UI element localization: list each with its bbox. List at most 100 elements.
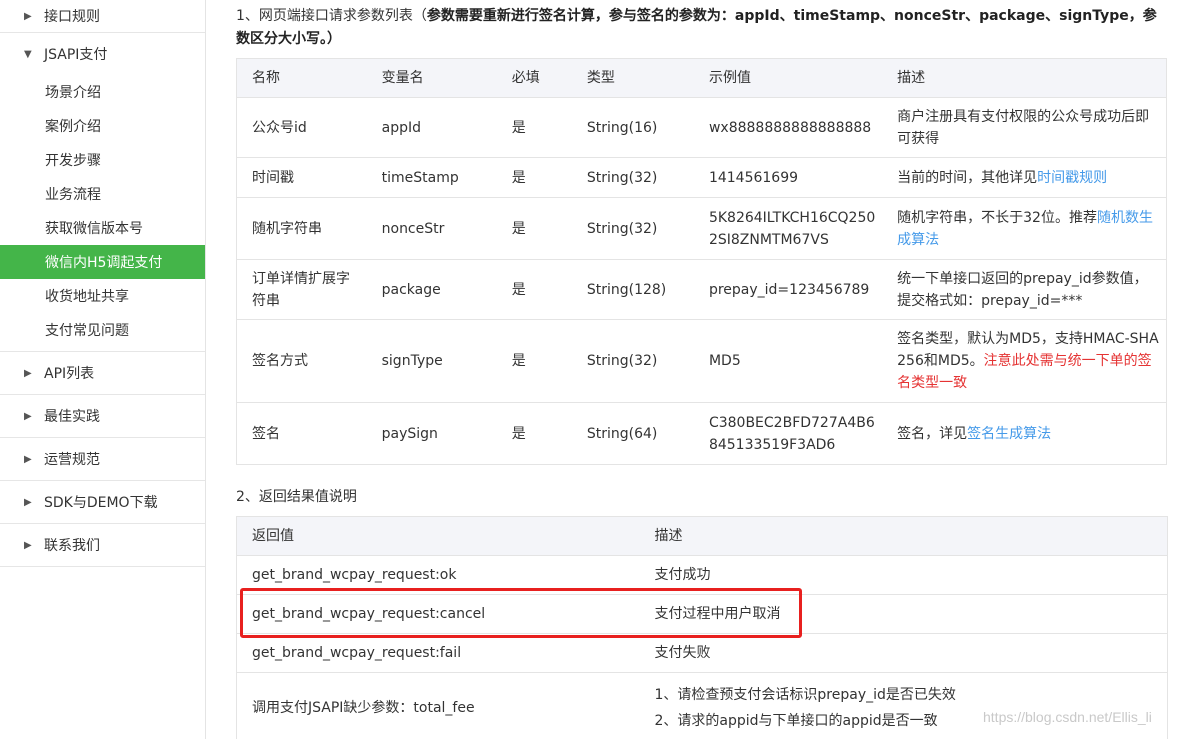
nav-operations[interactable]: ▶ 运营规范	[0, 438, 205, 480]
cell-var: timeStamp	[366, 157, 497, 198]
cell-var: package	[366, 259, 497, 320]
cell-desc: 支付失败	[639, 633, 1168, 673]
red-highlight-box	[240, 588, 802, 638]
table-row: 签名 paySign 是 String(64) C380BEC2BFD727A4…	[236, 402, 1167, 465]
cell-required: 是	[496, 97, 572, 158]
desc-text: 当前的时间，其他详见	[897, 169, 1038, 186]
cell-example: wx8888888888888888	[693, 97, 883, 158]
header-type: 类型	[571, 58, 694, 98]
cell-example: 5K8264ILTKCH16CQ2502SI8ZNMTM67VS	[693, 197, 883, 260]
sidebar-nav: ▶ 接口规则 ▼ JSAPI支付 场景介绍 案例介绍 开发步骤 业务流程 获取微…	[0, 0, 206, 739]
table-header-row: 返回值 描述	[236, 516, 1168, 556]
nav-group-interface-rules: ▶ 接口规则	[0, 0, 205, 33]
cell-name: 订单详情扩展字符串	[236, 259, 367, 320]
cell-var: paySign	[366, 402, 497, 465]
request-params-table: 名称 变量名 必填 类型 示例值 描述 公众号id appId 是 String…	[236, 58, 1167, 465]
nav-label: SDK与DEMO下载	[44, 495, 158, 511]
cell-desc: 随机字符串，不长于32位。推荐随机数生成算法	[882, 197, 1167, 260]
caret-down-icon: ▼	[24, 48, 32, 60]
caret-right-icon: ▶	[24, 10, 32, 22]
header-example: 示例值	[693, 58, 883, 98]
table-header-row: 名称 变量名 必填 类型 示例值 描述	[236, 58, 1167, 98]
watermark: https://blog.csdn.net/Ellis_li	[983, 709, 1152, 725]
cell-var: signType	[366, 319, 497, 403]
table-row: 随机字符串 nonceStr 是 String(32) 5K8264ILTKCH…	[236, 197, 1167, 260]
nav-interface-rules[interactable]: ▶ 接口规则	[0, 0, 205, 32]
cell-name: 签名方式	[236, 319, 367, 403]
nav-label: 运营规范	[44, 452, 100, 468]
table-row: 订单详情扩展字符串 package 是 String(128) prepay_i…	[236, 259, 1167, 320]
caret-right-icon: ▶	[24, 539, 32, 551]
cell-name: 公众号id	[236, 97, 367, 158]
nav-label: 接口规则	[44, 9, 100, 25]
nav-contact[interactable]: ▶ 联系我们	[0, 524, 205, 566]
sub-item-cases[interactable]: 案例介绍	[0, 109, 205, 143]
cell-name: 时间戳	[236, 157, 367, 198]
caret-right-icon: ▶	[24, 496, 32, 508]
cell-example: MD5	[693, 319, 883, 403]
cell-desc: 签名类型，默认为MD5，支持HMAC-SHA256和MD5。注意此处需与统一下单…	[882, 319, 1167, 403]
cell-var: appId	[366, 97, 497, 158]
nav-label: API列表	[44, 366, 95, 382]
cell-type: String(32)	[571, 197, 694, 260]
sub-item-h5-pay[interactable]: 微信内H5调起支付	[0, 245, 205, 279]
sub-item-version[interactable]: 获取微信版本号	[0, 211, 205, 245]
cell-example: C380BEC2BFD727A4B6845133519F3AD6	[693, 402, 883, 465]
desc-text: 随机字符串，不长于32位。推荐	[897, 209, 1097, 226]
caret-right-icon: ▶	[24, 410, 32, 422]
cell-required: 是	[496, 259, 572, 320]
table-row: 时间戳 timeStamp 是 String(32) 1414561699 当前…	[236, 157, 1167, 198]
header-description: 描述	[882, 58, 1167, 98]
jsapi-sub-list: 场景介绍 案例介绍 开发步骤 业务流程 获取微信版本号 微信内H5调起支付 收货…	[0, 75, 205, 351]
cell-type: String(16)	[571, 97, 694, 158]
nav-best-practice[interactable]: ▶ 最佳实践	[0, 395, 205, 437]
sub-item-flow[interactable]: 业务流程	[0, 177, 205, 211]
table-row: 公众号id appId 是 String(16) wx8888888888888…	[236, 97, 1167, 158]
cell-type: String(32)	[571, 157, 694, 198]
caret-right-icon: ▶	[24, 453, 32, 465]
header-name: 名称	[236, 58, 367, 98]
cell-name: 签名	[236, 402, 367, 465]
cell-type: String(128)	[571, 259, 694, 320]
nav-group-jsapi: ▼ JSAPI支付 场景介绍 案例介绍 开发步骤 业务流程 获取微信版本号 微信…	[0, 33, 205, 352]
desc-text: 签名，详见	[897, 425, 968, 442]
nav-group-operations: ▶ 运营规范	[0, 438, 205, 481]
desc-line: 1、请检查预支付会话标识prepay_id是否已失效	[654, 686, 956, 703]
nav-group-sdk: ▶ SDK与DEMO下载	[0, 481, 205, 524]
nav-group-best-practice: ▶ 最佳实践	[0, 395, 205, 438]
nav-group-api-list: ▶ API列表	[0, 352, 205, 395]
nav-label: 最佳实践	[44, 409, 100, 425]
nav-label: 联系我们	[44, 538, 100, 554]
table-row: 签名方式 signType 是 String(32) MD5 签名类型，默认为M…	[236, 319, 1167, 403]
caret-right-icon: ▶	[24, 367, 32, 379]
nav-group-contact: ▶ 联系我们	[0, 524, 205, 567]
table-row: 调用支付JSAPI缺少参数：total_fee 1、请检查预支付会话标识prep…	[236, 672, 1168, 739]
cell-type: String(32)	[571, 319, 694, 403]
nav-jsapi-pay[interactable]: ▼ JSAPI支付	[0, 33, 205, 75]
cell-required: 是	[496, 157, 572, 198]
timestamp-rule-link[interactable]: 时间戳规则	[1037, 170, 1107, 186]
cell-name: 随机字符串	[236, 197, 367, 260]
header-description: 描述	[639, 516, 1168, 556]
cell-required: 是	[496, 402, 572, 465]
nav-sdk-demo[interactable]: ▶ SDK与DEMO下载	[0, 481, 205, 523]
sub-item-faq[interactable]: 支付常见问题	[0, 313, 205, 347]
sub-item-address[interactable]: 收货地址共享	[0, 279, 205, 313]
cell-example: prepay_id=123456789	[693, 259, 883, 320]
cell-desc: 签名，详见签名生成算法	[882, 402, 1167, 465]
cell-example: 1414561699	[693, 157, 883, 198]
nav-api-list[interactable]: ▶ API列表	[0, 352, 205, 394]
cell-value: get_brand_wcpay_request:fail	[236, 633, 640, 673]
section2-title: 2、返回结果值说明	[236, 489, 357, 505]
cell-desc: 商户注册具有支付权限的公众号成功后即可获得	[882, 97, 1167, 158]
section1-title: 1、网页端接口请求参数列表（参数需要重新进行签名计算，参与签名的参数为：appI…	[236, 5, 1167, 51]
header-variable: 变量名	[366, 58, 497, 98]
sign-algorithm-link[interactable]: 签名生成算法	[967, 426, 1051, 442]
table-row: get_brand_wcpay_request:fail 支付失败	[236, 633, 1168, 673]
cell-required: 是	[496, 319, 572, 403]
sub-item-scenario[interactable]: 场景介绍	[0, 75, 205, 109]
section1-title-prefix: 1、网页端接口请求参数列表（	[236, 8, 427, 24]
cell-var: nonceStr	[366, 197, 497, 260]
cell-value: 调用支付JSAPI缺少参数：total_fee	[236, 672, 640, 739]
sub-item-dev-steps[interactable]: 开发步骤	[0, 143, 205, 177]
